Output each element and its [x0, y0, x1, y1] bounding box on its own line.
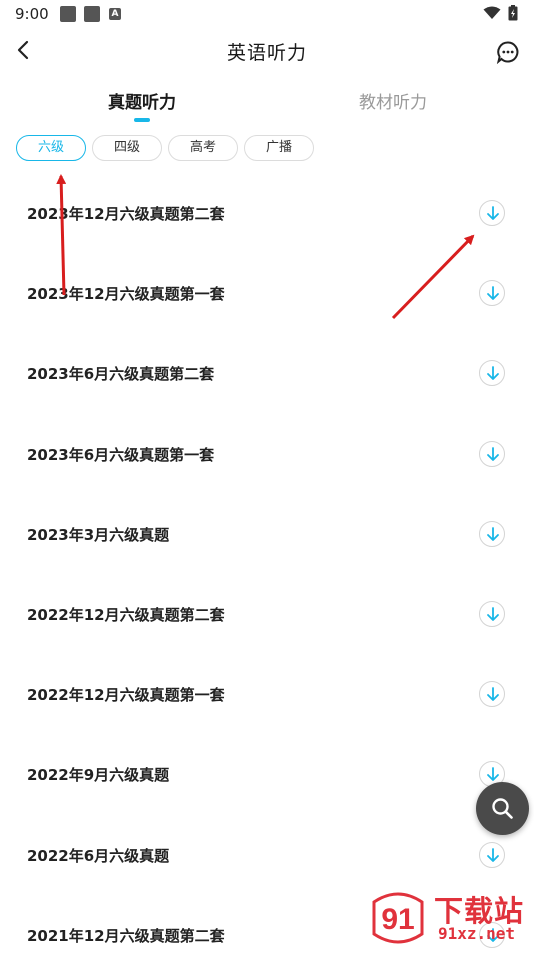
- page-title: 英语听力: [226, 42, 307, 64]
- notification-icon: [60, 6, 76, 22]
- download-button[interactable]: [479, 280, 505, 306]
- download-button[interactable]: [479, 441, 505, 467]
- exam-list-item[interactable]: 2022年6月六级真题: [0, 814, 534, 894]
- exam-title: 2023年12月六级真题第二套: [27, 205, 225, 223]
- exam-list-item[interactable]: 2022年12月六级真题第一套: [0, 653, 534, 733]
- download-button[interactable]: [479, 360, 505, 386]
- download-arrow-icon: [487, 687, 499, 701]
- watermark-url: 91xz.net: [438, 924, 516, 943]
- app-header: 英语听力: [0, 28, 534, 76]
- chip-cet4[interactable]: 四级: [92, 135, 162, 161]
- notification-a-icon: A: [109, 8, 121, 20]
- download-button[interactable]: [479, 842, 505, 868]
- status-time: 9:00: [15, 5, 49, 23]
- chat-bubble-icon[interactable]: [496, 40, 520, 64]
- wifi-icon: [483, 6, 501, 19]
- exam-title: 2023年12月六级真题第一套: [27, 285, 225, 303]
- tab-bar: 真题听力 教材听力: [0, 82, 534, 126]
- download-arrow-icon: [487, 447, 499, 461]
- tab-exam-listening[interactable]: 真题听力: [108, 88, 176, 113]
- exam-title: 2022年12月六级真题第二套: [27, 606, 225, 624]
- active-tab-indicator: [134, 118, 150, 122]
- exam-title: 2022年9月六级真题: [27, 766, 170, 784]
- download-arrow-icon: [487, 366, 499, 380]
- exam-list-item[interactable]: 2023年12月六级真题第一套: [0, 252, 534, 332]
- site-watermark: 91 下载站 91xz.net: [368, 888, 532, 948]
- exam-list-item[interactable]: 2023年3月六级真题: [0, 493, 534, 573]
- watermark-logo: 91: [372, 892, 424, 944]
- download-arrow-icon: [487, 767, 499, 781]
- exam-list-item[interactable]: 2023年12月六级真题第二套: [0, 172, 534, 252]
- download-arrow-icon: [487, 848, 499, 862]
- download-button[interactable]: [479, 601, 505, 627]
- search-icon: [492, 798, 513, 819]
- download-button[interactable]: [479, 521, 505, 547]
- level-filter-chips: 六级 四级 高考 广播: [0, 135, 534, 163]
- download-arrow-icon: [487, 206, 499, 220]
- exam-title: 2022年6月六级真题: [27, 847, 170, 865]
- download-arrow-icon: [487, 527, 499, 541]
- exam-title: 2023年6月六级真题第一套: [27, 446, 215, 464]
- exam-title: 2023年6月六级真题第二套: [27, 365, 215, 383]
- tab-textbook-listening[interactable]: 教材听力: [359, 88, 427, 113]
- exam-list-item[interactable]: 2022年9月六级真题: [0, 733, 534, 813]
- notification-icon: [84, 6, 100, 22]
- chip-cet6[interactable]: 六级: [16, 135, 86, 161]
- download-arrow-icon: [487, 607, 499, 621]
- exam-list-item[interactable]: 2023年6月六级真题第一套: [0, 413, 534, 493]
- exam-title: 2021年12月六级真题第二套: [27, 927, 225, 945]
- exam-list-item[interactable]: 2022年12月六级真题第二套: [0, 573, 534, 653]
- exam-title: 2022年12月六级真题第一套: [27, 686, 225, 704]
- chip-gaokao[interactable]: 高考: [168, 135, 238, 161]
- status-bar: 9:00 A: [0, 0, 534, 28]
- search-button[interactable]: [476, 782, 529, 835]
- download-button[interactable]: [479, 681, 505, 707]
- battery-icon: [508, 5, 518, 21]
- download-button[interactable]: [479, 200, 505, 226]
- download-arrow-icon: [487, 286, 499, 300]
- exam-list-item[interactable]: 2023年6月六级真题第二套: [0, 332, 534, 412]
- svg-text:91: 91: [381, 903, 414, 936]
- chip-broadcast[interactable]: 广播: [244, 135, 314, 161]
- exam-title: 2023年3月六级真题: [27, 526, 170, 544]
